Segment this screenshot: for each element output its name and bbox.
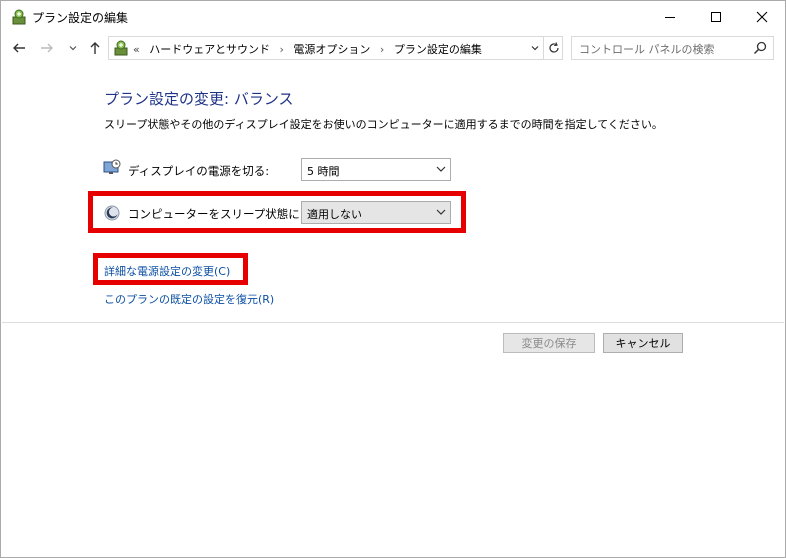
search-input[interactable]: コントロール パネルの検索 [571,36,774,60]
minimize-icon [665,16,675,18]
forward-button[interactable] [37,38,57,58]
display-off-select[interactable]: 5 時間 [301,158,451,181]
arrow-left-icon [13,43,25,53]
chevron-down-icon [531,46,539,51]
page-description: スリープ状態やその他のディスプレイ設定をお使いのコンピューターに適用するまでの時… [104,118,663,131]
monitor-clock-icon [103,159,121,177]
divider [2,322,784,323]
breadcrumb: « ハードウェアとサウンド › 電源オプション › プラン設定の編集 [133,41,482,57]
cancel-button[interactable]: キャンセル [603,333,683,353]
restore-defaults-link[interactable]: このプランの既定の設定を復元(R) [104,291,274,307]
sleep-value: 適用しない [307,208,362,221]
navigation-bar: « ハードウェアとサウンド › 電源オプション › プラン設定の編集 コントロー… [1,34,785,62]
search-placeholder: コントロール パネルの検索 [579,43,715,56]
sleep-select[interactable]: 適用しない [301,201,451,224]
breadcrumb-item-hardware-sound[interactable]: ハードウェアとサウンド [149,43,270,56]
maximize-button[interactable] [693,1,739,32]
recent-locations-button[interactable] [63,38,83,58]
address-bar[interactable]: « ハードウェアとサウンド › 電源オプション › プラン設定の編集 [108,36,563,60]
save-button[interactable]: 変更の保存 [503,333,595,353]
arrow-right-icon [41,43,53,53]
display-off-value: 5 時間 [307,165,340,178]
up-button[interactable] [85,38,105,58]
display-off-label: ディスプレイの電源を切る: [128,164,270,178]
arrow-up-icon [90,42,100,54]
breadcrumb-item-power-options[interactable]: 電源オプション [293,43,370,56]
breadcrumb-separator[interactable]: › [280,43,284,56]
breadcrumb-item-edit-plan[interactable]: プラン設定の編集 [394,43,482,56]
chevron-down-icon [436,166,446,172]
power-options-icon [10,8,28,26]
refresh-icon [548,42,559,53]
minimize-button[interactable] [647,1,693,32]
address-dropdown-button[interactable] [527,37,543,59]
chevron-down-icon [436,209,446,215]
chevron-down-icon [69,46,77,51]
breadcrumb-overflow[interactable]: « [133,43,140,56]
refresh-button[interactable] [543,37,563,59]
sleep-label: コンピューターをスリープ状態にする: [128,207,327,221]
title-bar[interactable]: プラン設定の編集 [1,1,785,32]
search-icon[interactable] [752,40,768,56]
page-title: プラン設定の変更: バランス [104,90,294,108]
close-button[interactable] [739,1,785,32]
power-options-icon [112,39,130,57]
back-button[interactable] [9,38,29,58]
advanced-settings-link[interactable]: 詳細な電源設定の変更(C) [104,263,230,279]
close-icon [756,11,768,22]
breadcrumb-separator[interactable]: › [380,43,384,56]
window-title: プラン設定の編集 [32,11,129,25]
moon-icon [103,204,121,222]
window: プラン設定の編集 « ハードウェアとサウンド › 電源オプション › プラン設定… [0,0,786,558]
maximize-icon [711,11,721,22]
